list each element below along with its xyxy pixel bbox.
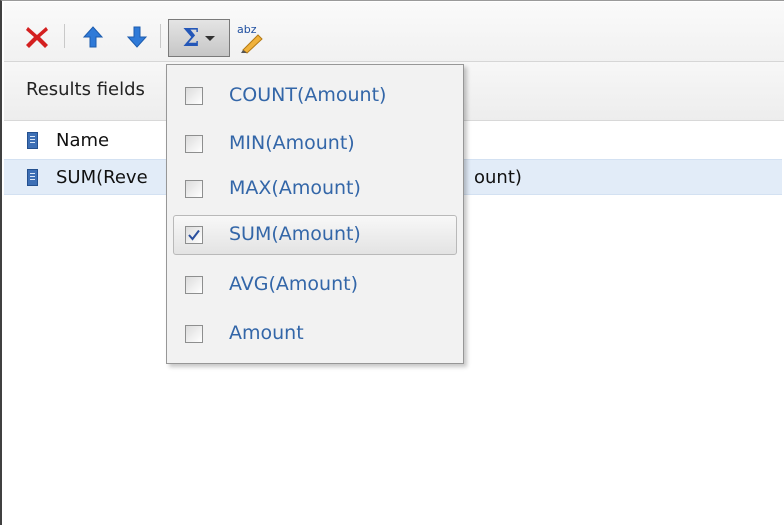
menu-item-amount[interactable]: Amount (173, 314, 457, 354)
toolbar: Σ abz (4, 2, 784, 62)
move-up-button[interactable] (78, 22, 108, 52)
results-fields-label: Results fields (26, 79, 145, 100)
menu-item-max[interactable]: MAX(Amount) (173, 169, 457, 209)
checkbox[interactable] (185, 180, 203, 198)
menu-item-label: SUM(Amount) (229, 223, 361, 245)
sigma-icon: Σ (182, 23, 200, 52)
checkbox[interactable] (185, 325, 203, 343)
chevron-down-icon (205, 35, 216, 41)
checkbox[interactable] (185, 135, 203, 153)
checkbox[interactable] (185, 87, 203, 105)
aggregate-menu: COUNT(Amount) MIN(Amount) MAX(Amount) SU… (166, 64, 464, 364)
results-fields-panel: Σ abz Results fields Name SUM(Reve ount)… (0, 0, 784, 525)
menu-item-min[interactable]: MIN(Amount) (173, 124, 457, 164)
rename-button[interactable]: abz (234, 20, 268, 54)
field-icon (27, 132, 38, 149)
field-name: Name (56, 130, 110, 151)
rename-icon: abz (237, 23, 263, 54)
menu-item-count[interactable]: COUNT(Amount) (173, 76, 457, 116)
checkmark-icon (188, 229, 200, 241)
menu-item-label: COUNT(Amount) (229, 84, 387, 106)
menu-item-label: Amount (229, 322, 304, 344)
toolbar-separator (64, 24, 65, 48)
move-down-icon (126, 26, 148, 48)
menu-item-label: MIN(Amount) (229, 132, 355, 154)
aggregate-dropdown-button[interactable]: Σ (168, 19, 230, 57)
field-icon (27, 169, 38, 186)
move-up-icon (82, 26, 104, 48)
move-down-button[interactable] (122, 22, 152, 52)
menu-item-sum[interactable]: SUM(Amount) (173, 215, 457, 255)
checkbox[interactable] (185, 276, 203, 294)
menu-item-label: MAX(Amount) (229, 177, 361, 199)
menu-item-label: AVG(Amount) (229, 273, 358, 295)
menu-item-avg[interactable]: AVG(Amount) (173, 265, 457, 305)
checkbox-checked[interactable] (185, 226, 203, 244)
delete-button[interactable] (22, 22, 52, 52)
field-name: SUM(Reve (56, 167, 148, 188)
toolbar-separator (160, 24, 161, 48)
rename-icon-text: abz (237, 23, 257, 36)
delete-icon (26, 27, 48, 48)
field-name-tail: ount) (474, 167, 522, 188)
